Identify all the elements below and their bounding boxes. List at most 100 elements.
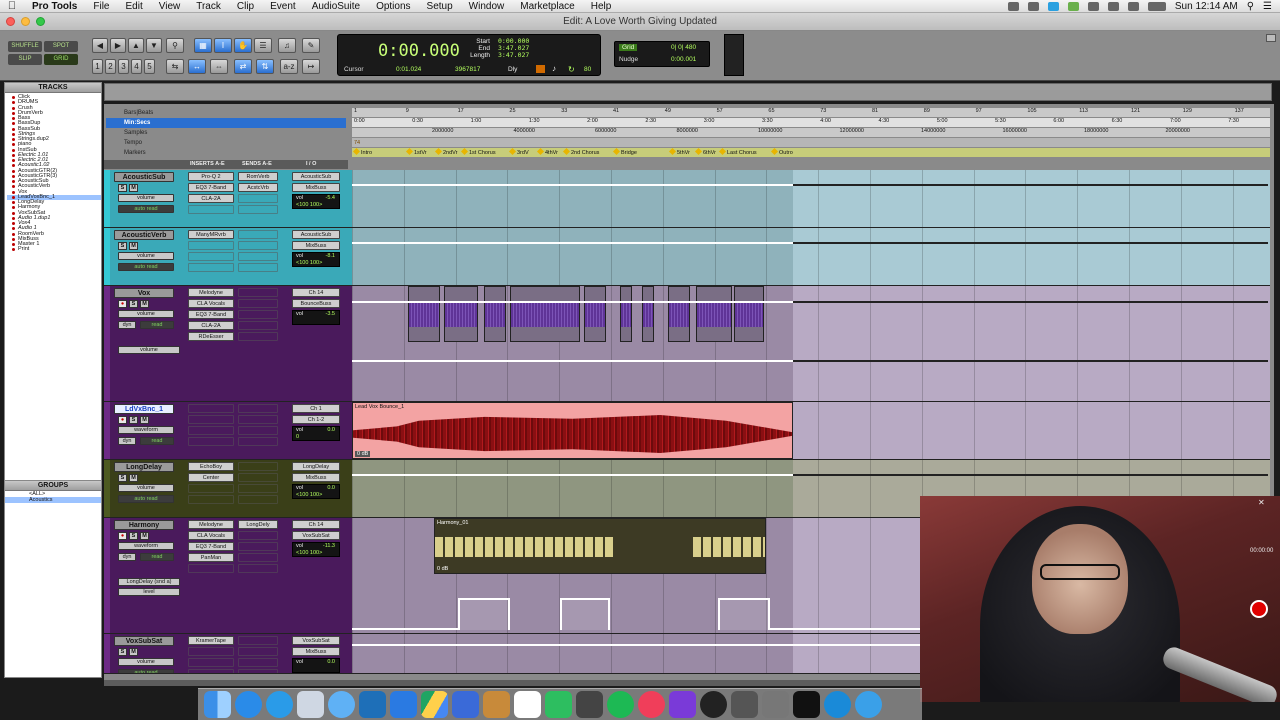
track-name-button[interactable]: LdVxBnc_1 (114, 404, 174, 414)
shuffle-mode-button[interactable]: SHUFFLE (8, 41, 42, 52)
apple-menu-icon[interactable]:  (0, 0, 24, 12)
sends-column-header[interactable]: SENDS A-E (242, 161, 272, 167)
spot-mode-button[interactable]: SPOT (44, 41, 78, 52)
pan-value[interactable]: <100 100> (296, 260, 339, 267)
track-visibility-icon[interactable] (12, 164, 15, 168)
marker-item[interactable]: Intro (354, 149, 372, 157)
lead-vox-clip[interactable]: Lead Vox Bounce_1 0 dB (352, 402, 793, 459)
track-visibility-icon[interactable] (12, 216, 15, 220)
track-color-strip[interactable] (104, 286, 110, 401)
empty-send-slot[interactable] (238, 332, 278, 341)
empty-send-slot[interactable] (238, 299, 278, 308)
vox-clip[interactable] (510, 286, 580, 342)
io-selector[interactable]: MixBuss (292, 183, 340, 192)
notification-center-icon[interactable]: ☰ (1263, 1, 1272, 12)
finder-icon[interactable] (204, 691, 231, 718)
solo-button[interactable]: S (118, 184, 127, 192)
empty-send-slot[interactable] (238, 462, 278, 471)
empty-send-slot[interactable] (238, 205, 278, 214)
solo-button[interactable]: S (118, 474, 127, 482)
ilok-icon[interactable] (793, 691, 820, 718)
safari-icon[interactable] (266, 691, 293, 718)
ruler-track[interactable]: 74 (352, 138, 1270, 148)
empty-send-slot[interactable] (238, 564, 278, 573)
io-selector[interactable]: Ch 14 (292, 288, 340, 297)
automation-param-selector[interactable]: level (118, 588, 180, 596)
empty-insert-slot[interactable] (188, 669, 234, 673)
dyn-selector[interactable]: dyn (118, 437, 136, 445)
dyn-selector[interactable]: dyn (118, 321, 136, 329)
track-visibility-icon[interactable] (12, 248, 15, 252)
send-automation-line[interactable] (352, 628, 458, 630)
menu-options[interactable]: Options (368, 1, 418, 12)
insert-slot[interactable]: Melodyne (188, 520, 234, 529)
volume-automation-line[interactable] (352, 184, 793, 186)
track-visibility-icon[interactable] (12, 232, 15, 236)
zoom-preset-2[interactable]: 2 (105, 59, 116, 74)
volume-pan-display[interactable]: vol -5.4 <100 100> (292, 194, 340, 209)
io-selector[interactable]: BounceBuss (292, 299, 340, 308)
empty-send-slot[interactable] (238, 404, 278, 413)
zoom-midi-out-button[interactable]: ▲ (128, 38, 144, 53)
io-selector[interactable]: AcousticSub (292, 172, 340, 181)
insert-slot[interactable]: EQ3 7-Band (188, 542, 234, 551)
nudge-value[interactable]: 0:00.001 (671, 56, 696, 63)
marker-item[interactable]: Outro (772, 149, 793, 157)
track-visibility-icon[interactable] (12, 243, 15, 247)
skype-status-icon[interactable] (1047, 1, 1059, 11)
automation-mode-selector[interactable]: auto read (118, 205, 174, 213)
insert-slot[interactable]: EQ3 7-Band (188, 310, 234, 319)
solo-button[interactable]: S (129, 532, 138, 540)
track-view-selector[interactable]: volume (118, 310, 174, 318)
empty-send-slot[interactable] (238, 194, 278, 203)
wifi-icon[interactable] (1107, 1, 1119, 11)
track-view-selector[interactable]: waveform (118, 426, 174, 434)
track-playlist-lane[interactable] (352, 228, 1270, 285)
grid-mode-button[interactable]: GRID (44, 54, 78, 65)
mute-button[interactable]: M (129, 474, 138, 482)
track-visibility-icon[interactable] (12, 106, 15, 110)
grabber-tool-button[interactable]: ✋ (234, 38, 252, 53)
volume-pan-display[interactable]: vol -11.3 <100 100> (292, 542, 340, 557)
zoomer-tool-button[interactable]: ⚲ (166, 38, 184, 53)
insert-slot[interactable]: EQ3 7-Band (188, 183, 234, 192)
track-name-button[interactable]: Vox (114, 288, 174, 298)
automation-lane-selector[interactable]: volume (118, 346, 180, 354)
pencil-tool-button[interactable]: ✎ (302, 38, 320, 53)
status-icon[interactable] (1007, 1, 1019, 11)
toolbar-collapse-button[interactable] (1266, 34, 1276, 42)
mirror-midi-button[interactable]: ⇄ (234, 59, 252, 74)
send-slot[interactable]: AcstcVrb (238, 183, 278, 192)
insert-slot[interactable]: CLA-2A (188, 321, 234, 330)
track-visibility-icon[interactable] (12, 180, 15, 184)
track-visibility-icon[interactable] (12, 169, 15, 173)
menubar-clock[interactable]: Sun 12:14 AM (1175, 1, 1238, 12)
track-visibility-icon[interactable] (12, 174, 15, 178)
keyboard-focus-button[interactable]: a-z (280, 59, 298, 74)
bluetooth-icon[interactable] (1087, 1, 1099, 11)
universe-overview[interactable] (104, 83, 1272, 101)
volume-icon[interactable] (1127, 1, 1139, 11)
vox-clip[interactable] (408, 286, 440, 342)
menu-window[interactable]: Window (461, 1, 513, 12)
mute-button[interactable]: M (140, 532, 149, 540)
dropbox-status-icon[interactable] (1027, 1, 1039, 11)
volume-pan-display[interactable]: vol 0.0 <100 100> (292, 484, 340, 499)
volume-value[interactable]: 0.0 (327, 427, 335, 434)
record-enable-button[interactable]: ● (118, 416, 127, 424)
insert-slot[interactable]: EchoBoy (188, 462, 234, 471)
volume-value[interactable]: 0.0 (327, 659, 335, 666)
pan-value[interactable]: <100 100> (296, 202, 339, 209)
marker-item[interactable]: Bridge (614, 149, 637, 157)
automation-mode-selector[interactable]: read (140, 321, 174, 329)
track-view-selector[interactable]: volume (118, 484, 174, 492)
empty-send-slot[interactable] (238, 241, 278, 250)
volume-value[interactable]: -5.4 (326, 195, 335, 202)
empty-send-slot[interactable] (238, 542, 278, 551)
menu-file[interactable]: File (85, 1, 117, 12)
empty-send-slot[interactable] (238, 321, 278, 330)
track-playlist-lane[interactable]: Lead Vox Bounce_1 0 dB (352, 402, 1270, 459)
empty-send-slot[interactable] (238, 553, 278, 562)
marker-item[interactable]: 1st Chorus (462, 149, 496, 157)
empty-send-slot[interactable] (238, 669, 278, 673)
